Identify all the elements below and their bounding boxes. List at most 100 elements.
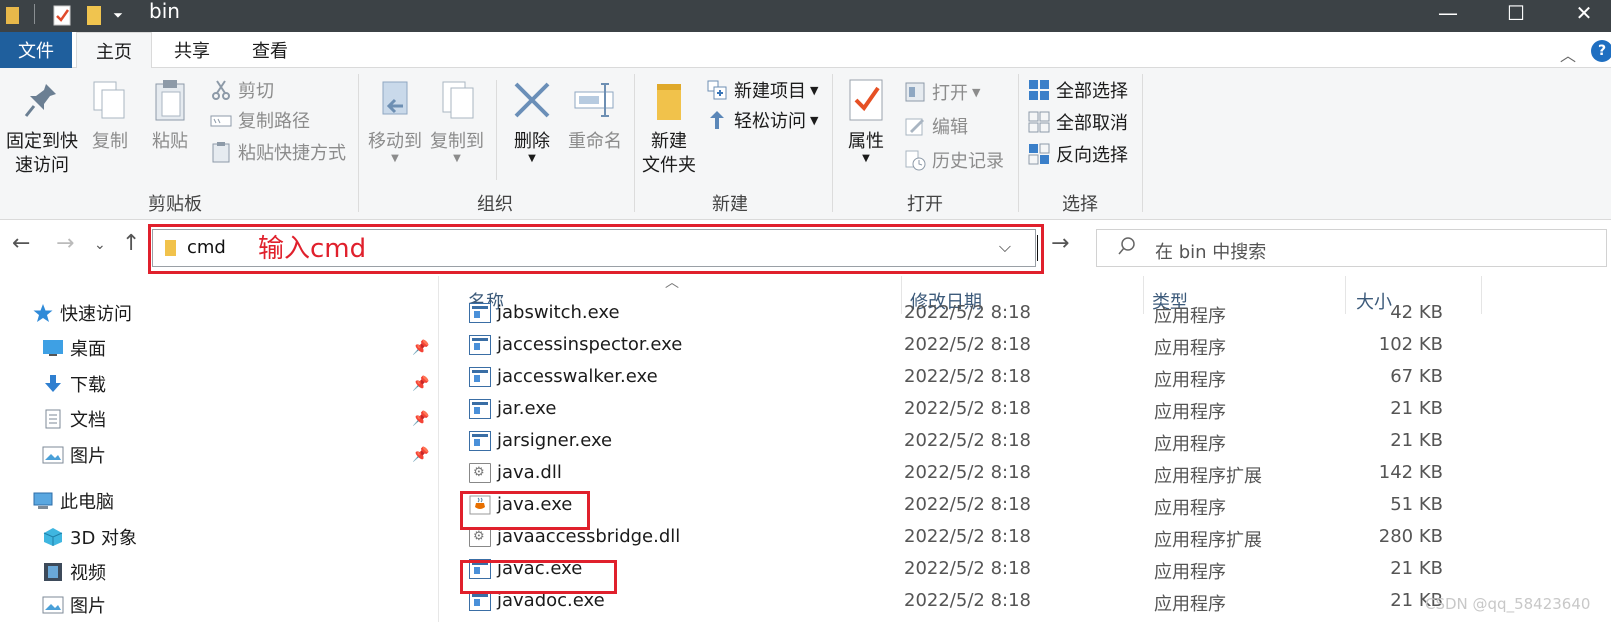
file-type: 应用程序 xyxy=(1154,434,1226,455)
table-row[interactable]: jar.exe 2022/5/2 8:18 应用程序 21 KB xyxy=(439,395,1611,426)
group-open-label: 打开 xyxy=(907,194,943,215)
file-type: 应用程序 xyxy=(1154,306,1226,327)
customize-toolbar-icon[interactable]: ⏷ xyxy=(108,3,128,27)
file-date: 2022/5/2 8:18 xyxy=(904,334,1031,355)
file-name: jaccessinspector.exe xyxy=(497,334,683,355)
collapse-ribbon-icon[interactable]: ︿ xyxy=(1560,42,1576,66)
paste-button[interactable]: 粘贴 xyxy=(146,76,194,154)
tab-share[interactable]: 共享 xyxy=(154,32,230,68)
watermark-text: CSDN @qq_58423640 xyxy=(1425,595,1591,613)
copy-to-button[interactable]: 复制到 ▼ xyxy=(428,76,486,164)
picture-icon xyxy=(42,445,64,465)
close-button[interactable]: ✕ xyxy=(1554,0,1611,26)
go-arrow-icon[interactable]: → xyxy=(1051,231,1069,256)
select-none-icon xyxy=(1028,111,1050,133)
move-to-button[interactable]: 移动到 ▼ xyxy=(366,76,424,164)
edit-pencil-icon xyxy=(904,115,926,137)
pin-quick-access-button[interactable]: 固定到快 速访问 xyxy=(4,76,80,178)
file-date: 2022/5/2 8:18 xyxy=(904,302,1031,323)
open-button[interactable]: 打开 ▼ xyxy=(904,78,980,106)
copy-path-button[interactable]: 复制路径 xyxy=(210,106,310,134)
easy-access-button[interactable]: 轻松访问 ▼ xyxy=(706,106,818,134)
rename-button[interactable]: 重命名 xyxy=(566,76,624,154)
nav-desktop[interactable]: 桌面 xyxy=(42,335,106,361)
help-icon[interactable]: ? xyxy=(1591,40,1611,62)
pin-icon[interactable]: 📌 xyxy=(412,411,429,427)
video-icon xyxy=(42,562,64,582)
tab-view[interactable]: 查看 xyxy=(230,32,310,68)
new-folder-button[interactable]: 新建 文件夹 xyxy=(640,76,698,178)
group-new-label: 新建 xyxy=(712,194,748,215)
nav-this-pc[interactable]: 此电脑 xyxy=(32,488,114,514)
forward-arrow-icon[interactable]: → xyxy=(56,231,74,256)
delete-button[interactable]: 删除 ▼ xyxy=(508,76,556,164)
copy-label: 复制 xyxy=(92,131,128,152)
table-row[interactable]: java.dll 2022/5/2 8:18 应用程序扩展 142 KB xyxy=(439,459,1611,490)
cut-button[interactable]: 剪切 xyxy=(210,76,274,104)
file-size: 51 KB xyxy=(1390,494,1443,515)
table-row[interactable]: jarsigner.exe 2022/5/2 8:18 应用程序 21 KB xyxy=(439,427,1611,458)
dll-gear-icon xyxy=(469,463,491,483)
file-type: 应用程序 xyxy=(1154,338,1226,359)
pin-icon[interactable]: 📌 xyxy=(412,340,429,356)
annotation-text: 输入cmd xyxy=(258,234,367,264)
pin-icon[interactable]: 📌 xyxy=(412,376,429,392)
table-row[interactable]: jaccessinspector.exe 2022/5/2 8:18 应用程序 102… xyxy=(439,331,1611,362)
properties-button[interactable]: 属性 ▼ xyxy=(840,76,892,164)
search-icon xyxy=(1117,236,1137,256)
nav-documents[interactable]: 文档 xyxy=(42,406,106,432)
select-none-button[interactable]: 全部取消 xyxy=(1028,108,1128,136)
file-type: 应用程序 xyxy=(1154,594,1226,615)
properties-icon[interactable] xyxy=(50,3,74,27)
download-arrow-icon xyxy=(42,374,64,394)
nav-pictures-pc[interactable]: 图片 xyxy=(42,592,106,618)
vertical-scrollbar[interactable] xyxy=(1598,276,1611,622)
cube-icon xyxy=(42,527,64,547)
edit-button[interactable]: 编辑 xyxy=(904,112,968,140)
exe-icon xyxy=(469,367,491,387)
new-item-icon xyxy=(706,79,728,101)
search-box[interactable]: 在 bin 中搜索 xyxy=(1096,229,1607,267)
file-size: 21 KB xyxy=(1390,558,1443,579)
new-item-button[interactable]: 新建项目 ▼ xyxy=(706,76,818,104)
history-icon xyxy=(904,149,926,171)
table-row[interactable]: jabswitch.exe 2022/5/2 8:18 应用程序 42 KB xyxy=(439,299,1611,330)
file-type: 应用程序 xyxy=(1154,370,1226,391)
file-size: 142 KB xyxy=(1378,462,1443,483)
search-placeholder: 在 bin 中搜索 xyxy=(1155,242,1267,263)
back-arrow-icon[interactable]: ← xyxy=(12,231,30,256)
table-row[interactable]: java.exe 2022/5/2 8:18 应用程序 51 KB xyxy=(439,491,1611,522)
picture-icon xyxy=(42,595,64,615)
file-date: 2022/5/2 8:18 xyxy=(904,494,1031,515)
select-all-icon xyxy=(1028,79,1050,101)
exe-icon xyxy=(469,399,491,419)
nav-downloads[interactable]: 下载 xyxy=(42,371,106,397)
tab-file[interactable]: 文件 xyxy=(0,32,72,68)
exe-icon xyxy=(469,335,491,355)
file-type: 应用程序 xyxy=(1154,402,1226,423)
paste-shortcut-button[interactable]: 粘贴快捷方式 xyxy=(210,138,346,166)
table-row[interactable]: jaccesswalker.exe 2022/5/2 8:18 应用程序 67 KB xyxy=(439,363,1611,394)
file-size: 67 KB xyxy=(1390,366,1443,387)
nav-pictures[interactable]: 图片 xyxy=(42,442,106,468)
invert-selection-icon xyxy=(1028,143,1050,165)
minimize-button[interactable]: — xyxy=(1418,0,1478,26)
nav-videos[interactable]: 视频 xyxy=(42,559,106,585)
up-arrow-icon[interactable]: ↑ xyxy=(122,231,140,256)
table-row[interactable]: javaaccessbridge.dll2022/5/2 8:18应用程序扩展2… xyxy=(439,523,1611,554)
file-date: 2022/5/2 8:18 xyxy=(904,462,1031,483)
nav-3d-objects[interactable]: 3D 对象 xyxy=(42,524,137,550)
group-organize-label: 组织 xyxy=(477,194,513,215)
maximize-button[interactable]: ☐ xyxy=(1486,0,1546,26)
copy-button[interactable]: 复制 xyxy=(86,76,134,154)
group-clipboard-label: 剪贴板 xyxy=(148,194,202,215)
recent-locations-icon[interactable]: ⌄ xyxy=(94,237,106,253)
invert-selection-button[interactable]: 反向选择 xyxy=(1028,140,1128,168)
nav-quick-access[interactable]: 快速访问 xyxy=(32,300,132,326)
select-all-button[interactable]: 全部选择 xyxy=(1028,76,1128,104)
new-folder-icon[interactable] xyxy=(82,3,106,27)
tab-home[interactable]: 主页 xyxy=(76,32,152,69)
file-date: 2022/5/2 8:18 xyxy=(904,526,1031,547)
pin-icon[interactable]: 📌 xyxy=(412,447,429,463)
history-button[interactable]: 历史记录 xyxy=(904,146,1004,174)
